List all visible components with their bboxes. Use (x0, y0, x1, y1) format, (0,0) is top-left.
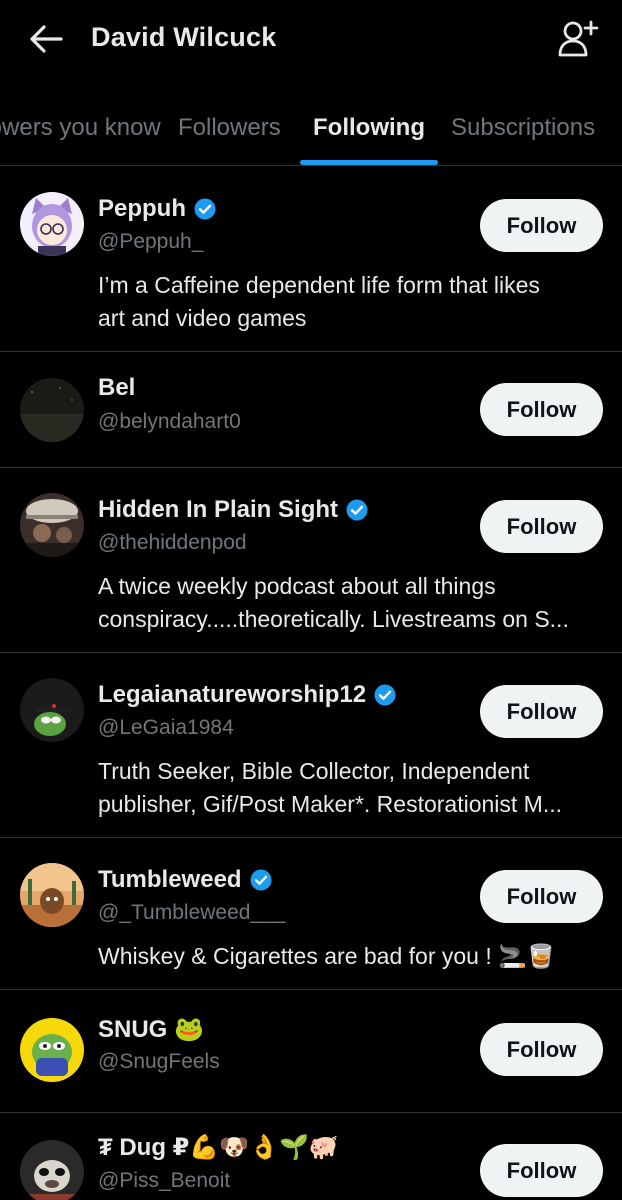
avatar[interactable] (20, 863, 84, 927)
bio-line: publisher, Gif/Post Maker*. Restorationi… (98, 791, 563, 817)
name-line: Hidden In Plain Sight (98, 496, 368, 524)
list-item[interactable]: Hidden In Plain Sight @thehiddenpod A tw… (0, 468, 622, 653)
bio-line: conspiracy.....theoretically. Livestream… (98, 606, 569, 632)
follow-button[interactable]: Follow (480, 500, 603, 553)
avatar[interactable] (20, 1018, 84, 1082)
list-item[interactable]: Tumbleweed @_Tumbleweed___ Whiskey & Cig… (0, 838, 622, 990)
verified-badge-icon (194, 198, 216, 220)
bio-line: I’m a Caffeine dependent life form that … (98, 272, 540, 298)
name-line: Tumbleweed (98, 866, 272, 894)
tab-followers-you-know[interactable]: Followers you know (0, 114, 161, 142)
tab-bar: Followers you know Followers Following S… (0, 96, 622, 166)
bio: I’m a Caffeine dependent life form that … (98, 269, 603, 335)
verified-badge-icon (346, 499, 368, 521)
following-list: Peppuh @Peppuh_ I’m a Caffeine dependent… (0, 167, 622, 1200)
handle: @Piss_Benoit (98, 1169, 231, 1192)
display-name: Tumbleweed (98, 866, 242, 893)
display-name: Legaianatureworship12 (98, 681, 367, 708)
avatar[interactable] (20, 493, 84, 557)
follow-button[interactable]: Follow (480, 1144, 603, 1197)
name-line: Legaianatureworship12 (98, 681, 396, 709)
back-button[interactable] (26, 20, 66, 58)
bio-line: Truth Seeker, Bible Collector, Independe… (98, 758, 530, 784)
follow-button[interactable]: Follow (480, 383, 603, 436)
arrow-left-icon (30, 25, 63, 53)
handle: @Peppuh_ (98, 230, 204, 253)
name-line: ₮ Dug ₽💪🐶👌🌱🐖 (98, 1133, 339, 1162)
display-name: Hidden In Plain Sight (98, 496, 338, 523)
bio-line: Whiskey & Cigarettes are bad for you ! 🚬… (98, 943, 556, 969)
display-name: Bel (98, 374, 136, 401)
list-item[interactable]: Bel @belyndahart0 Follow (0, 352, 622, 468)
bio-line: A twice weekly podcast about all things (98, 573, 496, 599)
bio: Truth Seeker, Bible Collector, Independe… (98, 755, 603, 821)
bio: A twice weekly podcast about all things … (98, 570, 603, 636)
handle: @SnugFeels (98, 1050, 220, 1073)
list-item[interactable]: Legaianatureworship12 @LeGaia1984 Truth … (0, 653, 622, 838)
avatar[interactable] (20, 192, 84, 256)
avatar[interactable] (20, 1140, 84, 1200)
list-item[interactable]: Peppuh @Peppuh_ I’m a Caffeine dependent… (0, 167, 622, 352)
bio: Whiskey & Cigarettes are bad for you ! 🚬… (98, 940, 603, 973)
handle: @_Tumbleweed___ (98, 901, 286, 924)
display-name: SNUG 🐸 (98, 1016, 204, 1043)
handle: @thehiddenpod (98, 531, 247, 554)
handle: @LeGaia1984 (98, 716, 234, 739)
follow-button[interactable]: Follow (480, 870, 603, 923)
tab-followers[interactable]: Followers (178, 114, 281, 142)
name-line: SNUG 🐸 (98, 1015, 204, 1044)
list-item[interactable]: SNUG 🐸 @SnugFeels Follow (0, 990, 622, 1113)
follow-button[interactable]: Follow (480, 685, 603, 738)
page-title: David Wilcuck (91, 22, 277, 52)
add-user-button[interactable] (556, 18, 600, 60)
follow-button[interactable]: Follow (480, 199, 603, 252)
active-tab-indicator (300, 160, 438, 165)
person-add-icon (558, 20, 599, 57)
list-item[interactable]: ₮ Dug ₽💪🐶👌🌱🐖 @Piss_Benoit Follow (0, 1113, 622, 1200)
handle: @belyndahart0 (98, 410, 241, 433)
follow-button[interactable]: Follow (480, 1023, 603, 1076)
tab-following[interactable]: Following (313, 114, 425, 142)
display-name: ₮ Dug ₽💪🐶👌🌱🐖 (98, 1134, 339, 1161)
display-name: Peppuh (98, 195, 186, 222)
avatar[interactable] (20, 378, 84, 442)
bio-line: art and video games (98, 305, 307, 331)
name-line: Peppuh (98, 195, 216, 223)
avatar[interactable] (20, 678, 84, 742)
name-line: Bel (98, 374, 135, 402)
top-bar: David Wilcuck (0, 0, 622, 78)
tab-subscriptions[interactable]: Subscriptions (451, 114, 595, 142)
verified-badge-icon (374, 684, 396, 706)
verified-badge-icon (250, 869, 272, 891)
